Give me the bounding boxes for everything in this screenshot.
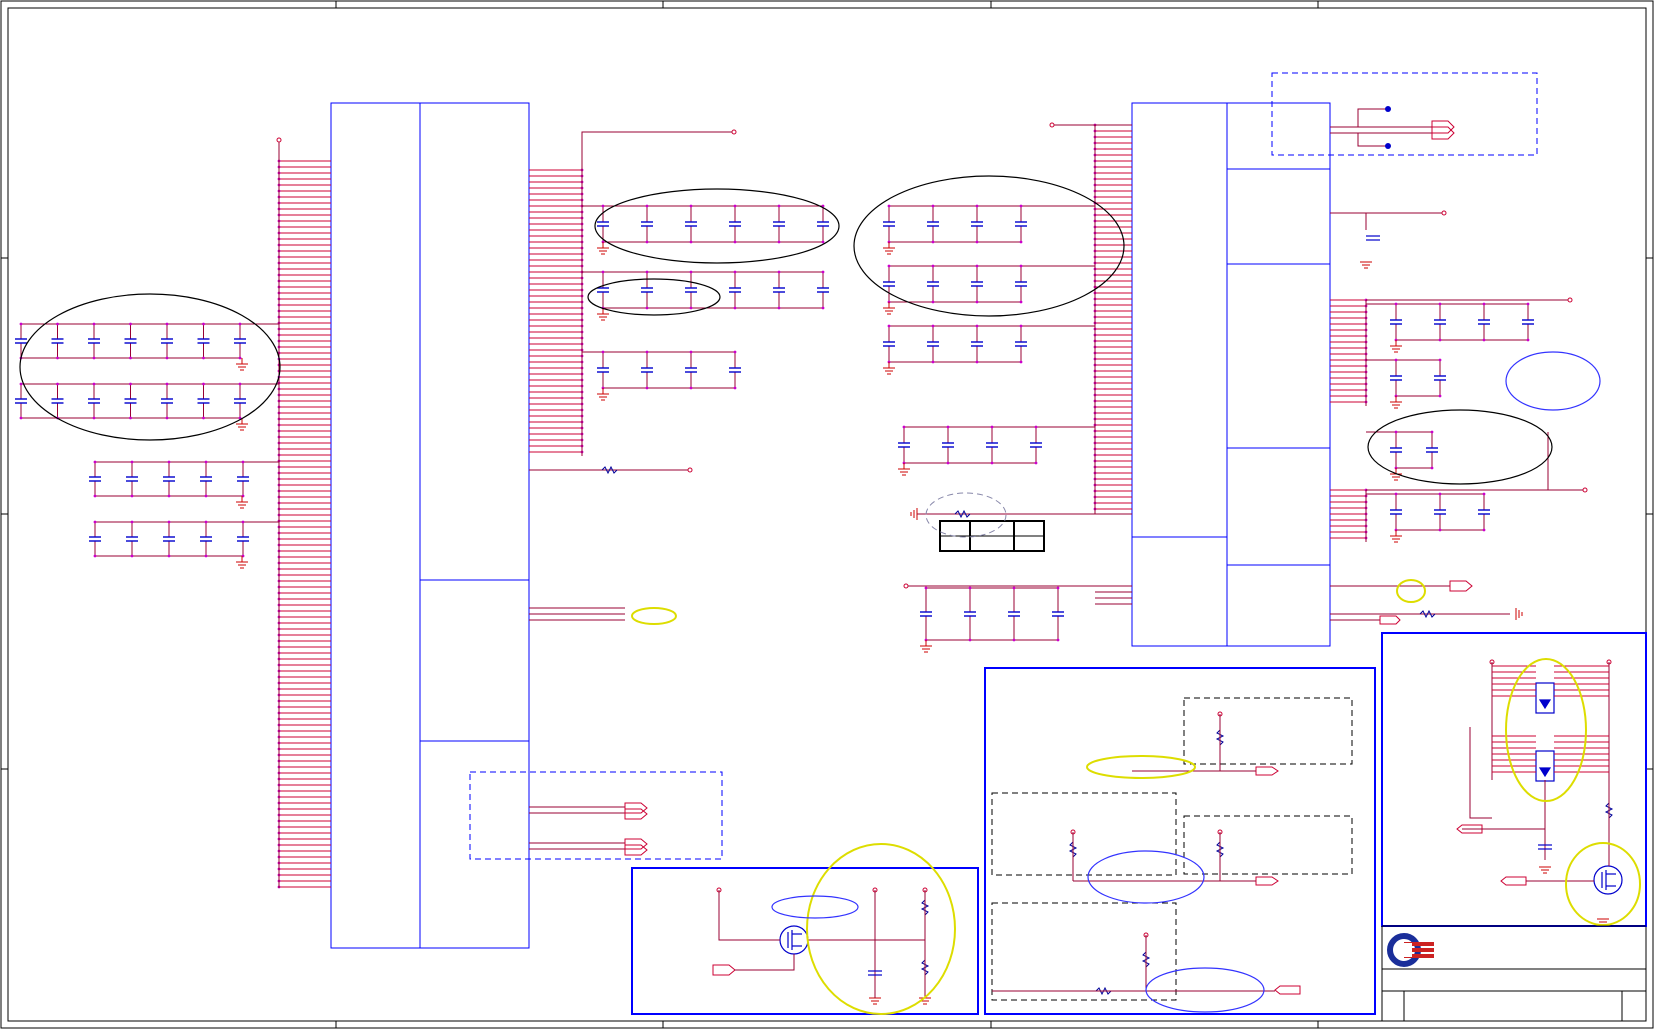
offpage-connector-icon [1449,580,1473,592]
right-ic-right-pins [1330,298,1368,542]
ground-symbols [236,242,1609,1005]
mosfet-icon [1535,682,1555,714]
offpage-connector-icon [1255,876,1279,886]
offpage-connector-icon [712,964,736,976]
subblock-dividers [984,667,1376,1015]
offpage-connector-icon [1500,876,1527,886]
connector-flags [624,120,1527,995]
title-block [1381,925,1646,1021]
review-highlights [19,175,1641,1015]
subblock-wires [718,662,1610,998]
ic-block-left [330,102,530,949]
sheet-frame [0,0,1654,1029]
quanta-logo-icon [1387,933,1434,967]
mosfet-icon [779,925,809,955]
schematic-canvas [0,0,1654,1029]
mosfet-symbols [779,682,1623,955]
left-ic-pins [277,159,331,889]
subblock-caps [868,235,1552,976]
mosfet-icon [1593,865,1623,895]
offpage-connector-icon [1274,985,1301,995]
decoupling-capacitor-banks [15,204,1534,642]
left-ic-right-pins [529,168,584,456]
right-ic-pins [1093,123,1132,511]
offpage-connector-icon [1255,766,1279,776]
schematic-sheet [0,0,1654,1029]
ic-block-right [1131,102,1331,647]
resistor-symbols [601,465,1614,996]
offpage-connector-icon [1379,615,1401,625]
mosfet-icon [1535,750,1555,782]
